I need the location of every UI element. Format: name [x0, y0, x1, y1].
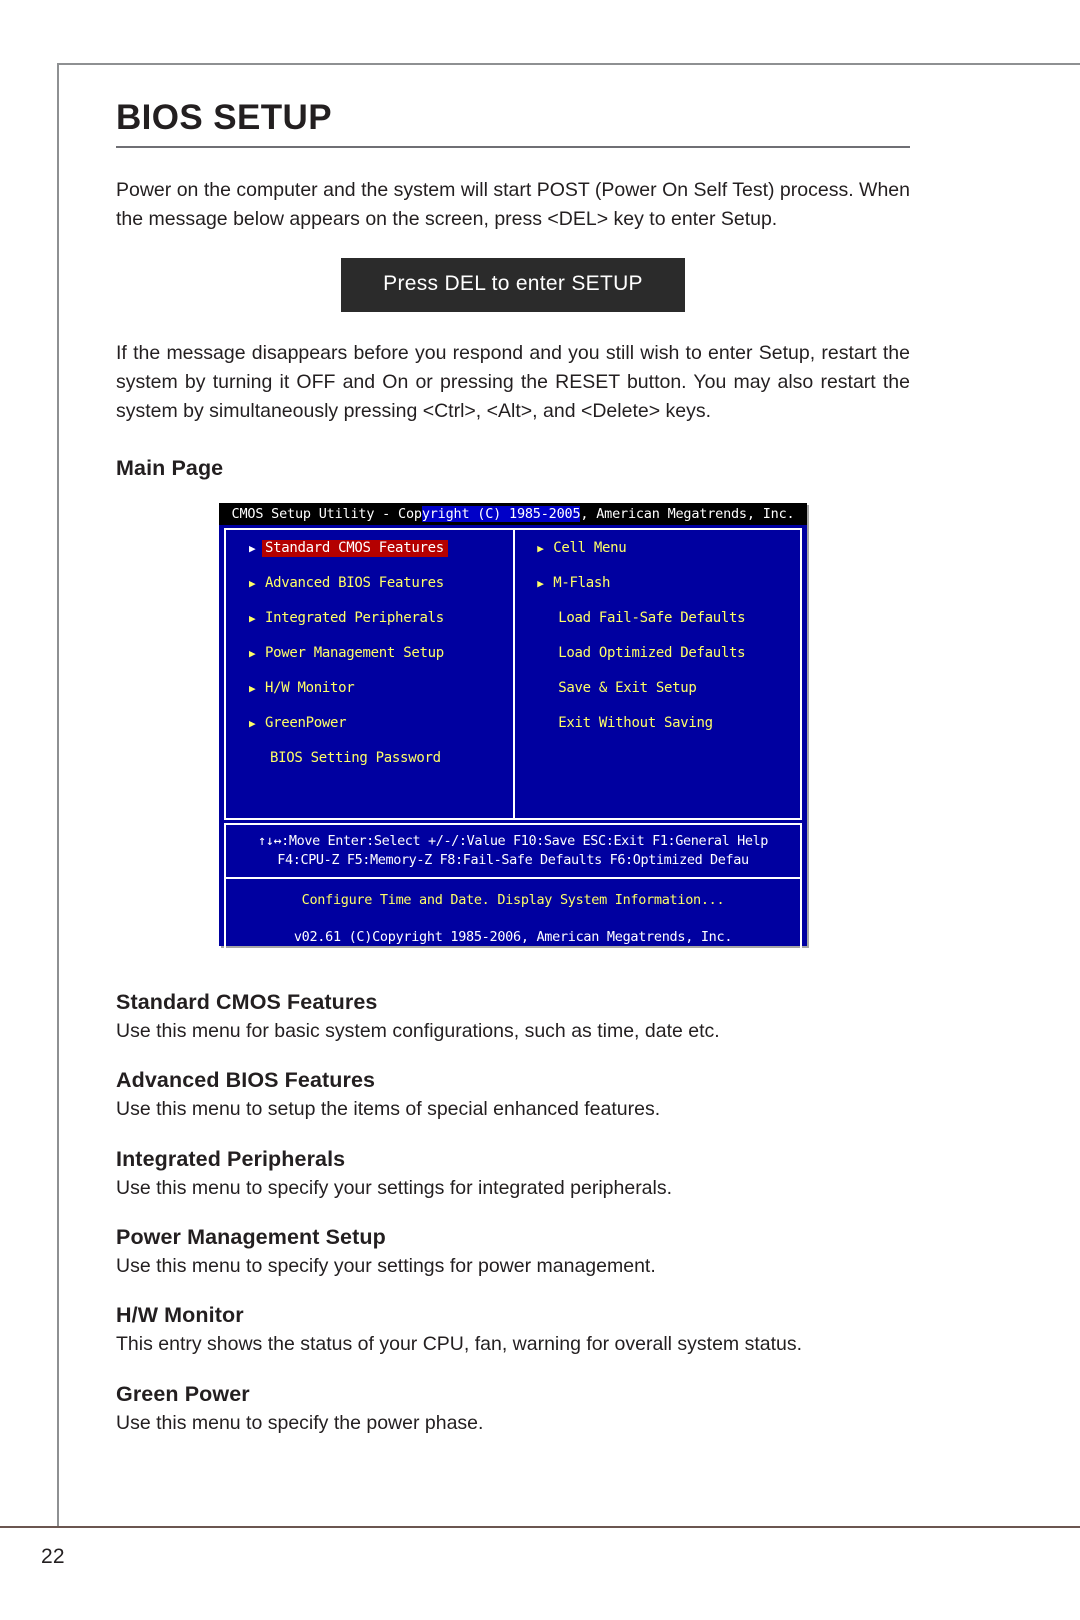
description-block: Standard CMOS Features Use this menu for … [116, 990, 910, 1045]
bios-titlebar: CMOS Setup Utility - Copyright (C) 1985-… [219, 503, 807, 526]
bios-menu-item-label: H/W Monitor [265, 680, 355, 697]
bios-menu-item-label: BIOS Setting Password [270, 750, 441, 767]
description-text: Use this menu to specify your settings f… [116, 1254, 656, 1277]
description-text: This entry shows the status of your CPU,… [116, 1333, 803, 1356]
bios-menu-item[interactable]: ▶ Advanced BIOS Features [249, 576, 513, 611]
description-text: Use this menu for basic system configura… [116, 1020, 720, 1043]
bios-menu-item-label: Exit Without Saving [558, 715, 713, 732]
description-heading: H/W Monitor [116, 1303, 244, 1328]
bios-status-bar: Configure Time and Date. Display System … [224, 877, 802, 958]
page-number: 22 [41, 1545, 65, 1568]
bios-titlebar-suffix: , American Megatrends, Inc. [580, 506, 795, 523]
page-title: BIOS SETUP [116, 98, 332, 137]
footer-rule [0, 1526, 1080, 1528]
bios-menu-item[interactable]: ▶Exit Without Saving [537, 716, 800, 751]
bios-menu-item[interactable]: ▶ GreenPower [249, 716, 513, 751]
bios-menu-item[interactable]: ▶Save & Exit Setup [537, 681, 800, 716]
description-heading: Advanced BIOS Features [116, 1068, 376, 1093]
bios-menu-body: ▶ Standard CMOS Features ▶ Advanced BIOS Fe… [224, 528, 802, 821]
submenu-arrow-icon: ▶ [249, 682, 256, 696]
bios-menu-item-label: Advanced BIOS Features [265, 575, 444, 592]
post-message-container: Press DEL to enter SETUP [116, 258, 910, 313]
bios-menu-item[interactable]: ▶Load Fail-Safe Defaults [537, 611, 800, 646]
description-block: Integrated Peripherals Use this menu to s… [116, 1147, 910, 1202]
description-block: H/W Monitor This entry shows the status o… [116, 1303, 910, 1358]
bios-menu-item[interactable]: ▶ H/W Monitor [249, 681, 513, 716]
description-heading: Standard CMOS Features [116, 990, 378, 1015]
bios-menu-item-label: Save & Exit Setup [558, 680, 697, 697]
bios-menu-item-label: GreenPower [265, 715, 347, 732]
bios-menu-item-label: Load Optimized Defaults [558, 645, 746, 662]
description-block: Green Power Use this menu to specify the … [116, 1382, 910, 1437]
bios-titlebar-prefix: CMOS Setup Utility - Cop [231, 506, 422, 523]
bios-menu-item-label: Integrated Peripherals [265, 610, 444, 627]
submenu-arrow-icon: ▶ [537, 577, 544, 591]
title-divider [116, 145, 910, 148]
description-text: Use this menu to specify the power phase… [116, 1411, 484, 1434]
bios-menu-item[interactable]: ▶Load Optimized Defaults [537, 646, 800, 681]
description-heading: Integrated Peripherals [116, 1146, 346, 1171]
bios-version-text: v02.61 (C)Copyright 1985-2006, American … [293, 929, 733, 946]
submenu-arrow-icon: ▶ [537, 542, 544, 556]
bios-menu-right-column: ▶ Cell Menu ▶ M-Flash ▶Load Fail-Safe Defaul… [515, 530, 800, 818]
submenu-arrow-icon: ▶ [249, 612, 256, 626]
bios-menu-item[interactable]: ▶ Power Management Setup [249, 646, 513, 681]
bios-help-bar: ↑↓↔:Move Enter:Select +/-/:Value F10:Sav… [224, 823, 802, 878]
bios-menu-item[interactable]: ▶ M-Flash [537, 576, 800, 611]
second-paragraph: If the message disappears before you res… [116, 342, 910, 423]
description-block: Power Management Setup Use this menu to s… [116, 1225, 910, 1280]
main-page-heading: Main Page [116, 456, 224, 481]
bios-status-text: Configure Time and Date. Display System … [301, 892, 725, 909]
bios-menu-item-label: Standard CMOS Features [262, 540, 448, 558]
bios-titlebar-highlight: yright (C) 1985-2005 [421, 506, 581, 523]
bios-menu-item[interactable]: ▶ Integrated Peripherals [249, 611, 513, 646]
bios-menu-item[interactable]: ▶BIOS Setting Password [249, 751, 513, 786]
intro-paragraph: Power on the computer and the system wil… [116, 178, 910, 230]
submenu-arrow-icon: ▶ [249, 577, 256, 591]
submenu-arrow-icon: ▶ [249, 717, 256, 731]
bios-menu-item-label: Cell Menu [553, 540, 627, 557]
description-text: Use this menu to setup the items of spec… [116, 1098, 661, 1121]
bios-menu-item[interactable]: ▶ Cell Menu [537, 541, 800, 576]
bios-menu-item-label: Power Management Setup [265, 645, 444, 662]
page-content: BIOS SETUP Power on the computer and the… [116, 98, 910, 1460]
description-block: Advanced BIOS Features Use this menu to s… [116, 1068, 910, 1123]
bios-menu-item[interactable]: ▶ Standard CMOS Features [249, 540, 513, 576]
description-text: Use this menu to specify your settings f… [116, 1176, 673, 1199]
bios-help-line-2: F4:CPU-Z F5:Memory-Z F8:Fail-Safe Defaul… [277, 852, 749, 869]
bios-help-line-1: ↑↓↔:Move Enter:Select +/-/:Value F10:Sav… [257, 833, 769, 850]
description-heading: Green Power [116, 1381, 250, 1406]
bios-menu-item-label: Load Fail-Safe Defaults [558, 610, 746, 627]
bios-menu-left-column: ▶ Standard CMOS Features ▶ Advanced BIOS Fe… [226, 530, 516, 819]
post-message-box: Press DEL to enter SETUP [341, 258, 685, 313]
bios-menu-item-label: M-Flash [553, 575, 611, 592]
submenu-arrow-icon: ▶ [249, 647, 256, 661]
bios-main-page-screenshot: CMOS Setup Utility - Copyright (C) 1985-… [219, 503, 807, 958]
menu-descriptions: Standard CMOS Features Use this menu for … [116, 990, 910, 1437]
description-heading: Power Management Setup [116, 1224, 386, 1249]
